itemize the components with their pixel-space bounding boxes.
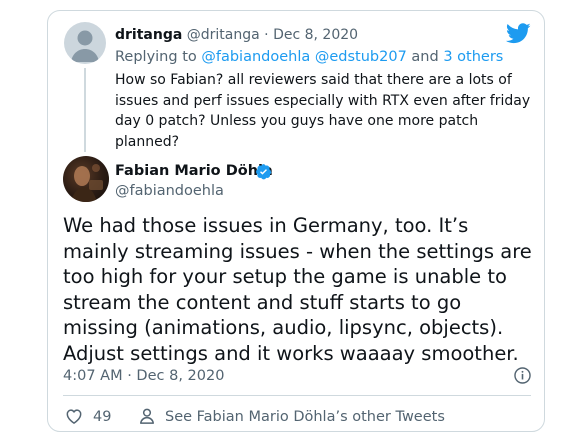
verified-badge-icon — [256, 164, 272, 180]
author-photo-image — [71, 164, 103, 202]
main-author-handle[interactable]: @fabiandoehla — [115, 181, 224, 201]
info-icon[interactable] — [513, 366, 532, 385]
like-count[interactable]: 49 — [93, 407, 111, 427]
reply-author-handle[interactable]: @dritanga — [187, 27, 260, 43]
main-author-name[interactable]: Fabian Mario Döhla — [115, 161, 273, 181]
action-divider — [63, 395, 531, 396]
reply-avatar[interactable] — [64, 22, 106, 64]
replying-and: and — [406, 49, 444, 65]
thread-connector-line — [84, 68, 86, 152]
reply-separator: · — [259, 27, 274, 43]
embedded-tweet-card: dritanga @dritanga · Dec 8, 2020 Replyin… — [47, 10, 545, 432]
mention-others[interactable]: 3 others — [443, 49, 503, 65]
main-author-avatar[interactable] — [63, 156, 109, 202]
mention-edstub207[interactable]: @edstub207 — [315, 49, 407, 65]
replying-to-line: Replying to @fabiandoehla @edstub207 and… — [115, 47, 503, 67]
main-tweet-text: We had those issues in Germany, too. It’… — [63, 214, 532, 365]
person-icon[interactable] — [137, 406, 157, 426]
mention-fabiandoehla[interactable]: @fabiandoehla — [201, 49, 310, 65]
reply-date[interactable]: Dec 8, 2020 — [273, 27, 358, 43]
reply-author-name[interactable]: dritanga — [115, 27, 182, 43]
replying-prefix: Replying to — [115, 49, 202, 65]
heart-icon[interactable] — [64, 406, 84, 426]
twitter-bird-icon[interactable] — [506, 23, 531, 44]
reply-header: dritanga @dritanga · Dec 8, 2020 — [115, 25, 358, 45]
tweet-timestamp[interactable]: 4:07 AM · Dec 8, 2020 — [63, 366, 224, 386]
default-profile-icon — [71, 30, 99, 62]
reply-text: How so Fabian? all reviewers said that t… — [115, 72, 531, 150]
see-other-tweets-link[interactable]: See Fabian Mario Döhla’s other Tweets — [165, 407, 445, 427]
